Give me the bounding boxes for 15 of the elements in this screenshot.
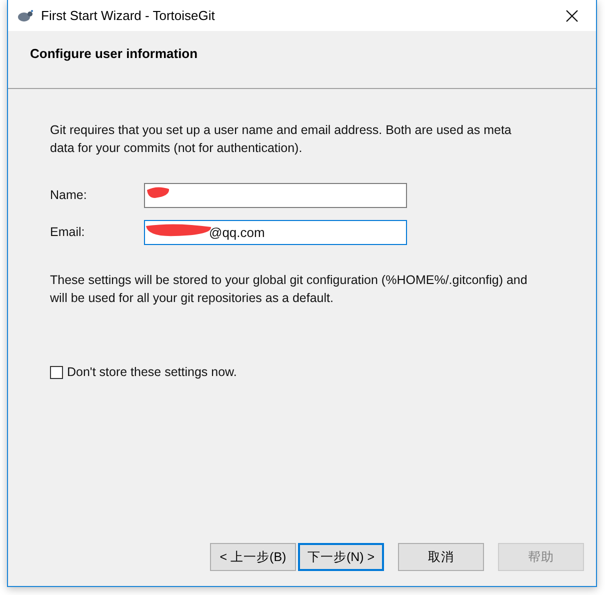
page-heading: Configure user information bbox=[30, 46, 198, 61]
intro-text: Git requires that you set up a user name and email address. Both are used as meta data for your commits (not for authentication). bbox=[50, 122, 512, 157]
input-field[interactable]: @qq.com bbox=[144, 220, 407, 245]
wizard-button[interactable]: < 上一步(B) bbox=[210, 543, 296, 571]
close-icon bbox=[566, 10, 578, 22]
field-label: Name: bbox=[50, 187, 88, 204]
checkbox[interactable] bbox=[50, 366, 63, 379]
turtle-icon bbox=[17, 8, 33, 22]
input-field[interactable] bbox=[144, 183, 407, 208]
checkbox-label: Don't store these settings now. bbox=[67, 364, 237, 381]
field-label: Email: bbox=[50, 224, 86, 242]
storage-note: These settings will be stored to your global git configuration (%HOME%/.gitconfig) and will be used for all your git repositories as a default. bbox=[50, 272, 528, 307]
wizard-button[interactable]: 取消 bbox=[398, 543, 484, 571]
window-title: First Start Wizard - TortoiseGit bbox=[41, 6, 215, 25]
wizard-button[interactable]: 下一步(N) > bbox=[298, 543, 384, 571]
